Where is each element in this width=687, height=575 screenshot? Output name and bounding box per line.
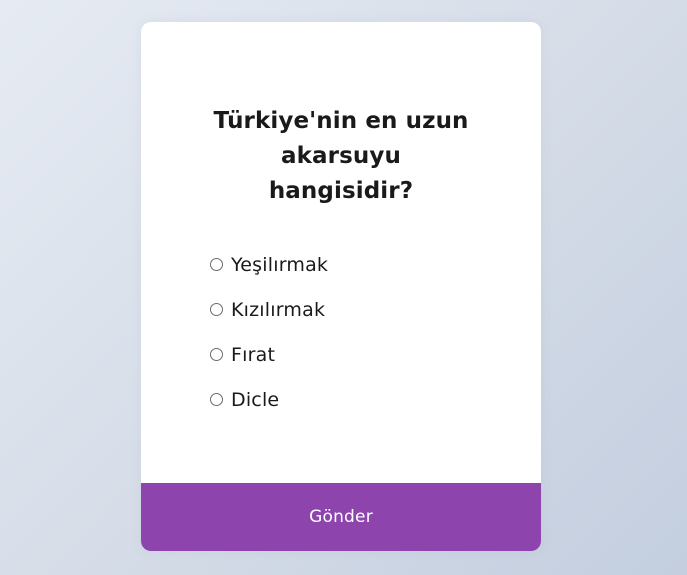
answer-radio[interactable] <box>210 348 223 361</box>
answer-option-kizilirmak[interactable]: Kızılırmak <box>210 287 470 332</box>
answer-radio[interactable] <box>210 303 223 316</box>
answer-option-yesilirmak[interactable]: Yeşilırmak <box>210 242 470 287</box>
answer-list: Yeşilırmak Kızılırmak Fırat Dicle <box>210 242 470 422</box>
question-line-2: akarsuyu <box>281 143 401 169</box>
question-line-1: Türkiye'nin en uzun <box>213 108 469 134</box>
question-line-3: hangisidir? <box>268 178 414 204</box>
answer-radio[interactable] <box>210 258 223 271</box>
answer-label: Yeşilırmak <box>231 253 329 276</box>
answer-label: Dicle <box>231 388 280 411</box>
answer-option-firat[interactable]: Fırat <box>210 332 470 377</box>
answer-option-dicle[interactable]: Dicle <box>210 377 470 422</box>
answer-radio[interactable] <box>210 393 223 406</box>
submit-button[interactable]: Gönder <box>141 483 541 551</box>
answer-label: Fırat <box>231 343 276 366</box>
answer-label: Kızılırmak <box>231 298 326 321</box>
quiz-card: Türkiye'nin en uzun akarsuyu hangisidir?… <box>141 22 541 551</box>
question-title: Türkiye'nin en uzun akarsuyu hangisidir? <box>211 104 471 209</box>
